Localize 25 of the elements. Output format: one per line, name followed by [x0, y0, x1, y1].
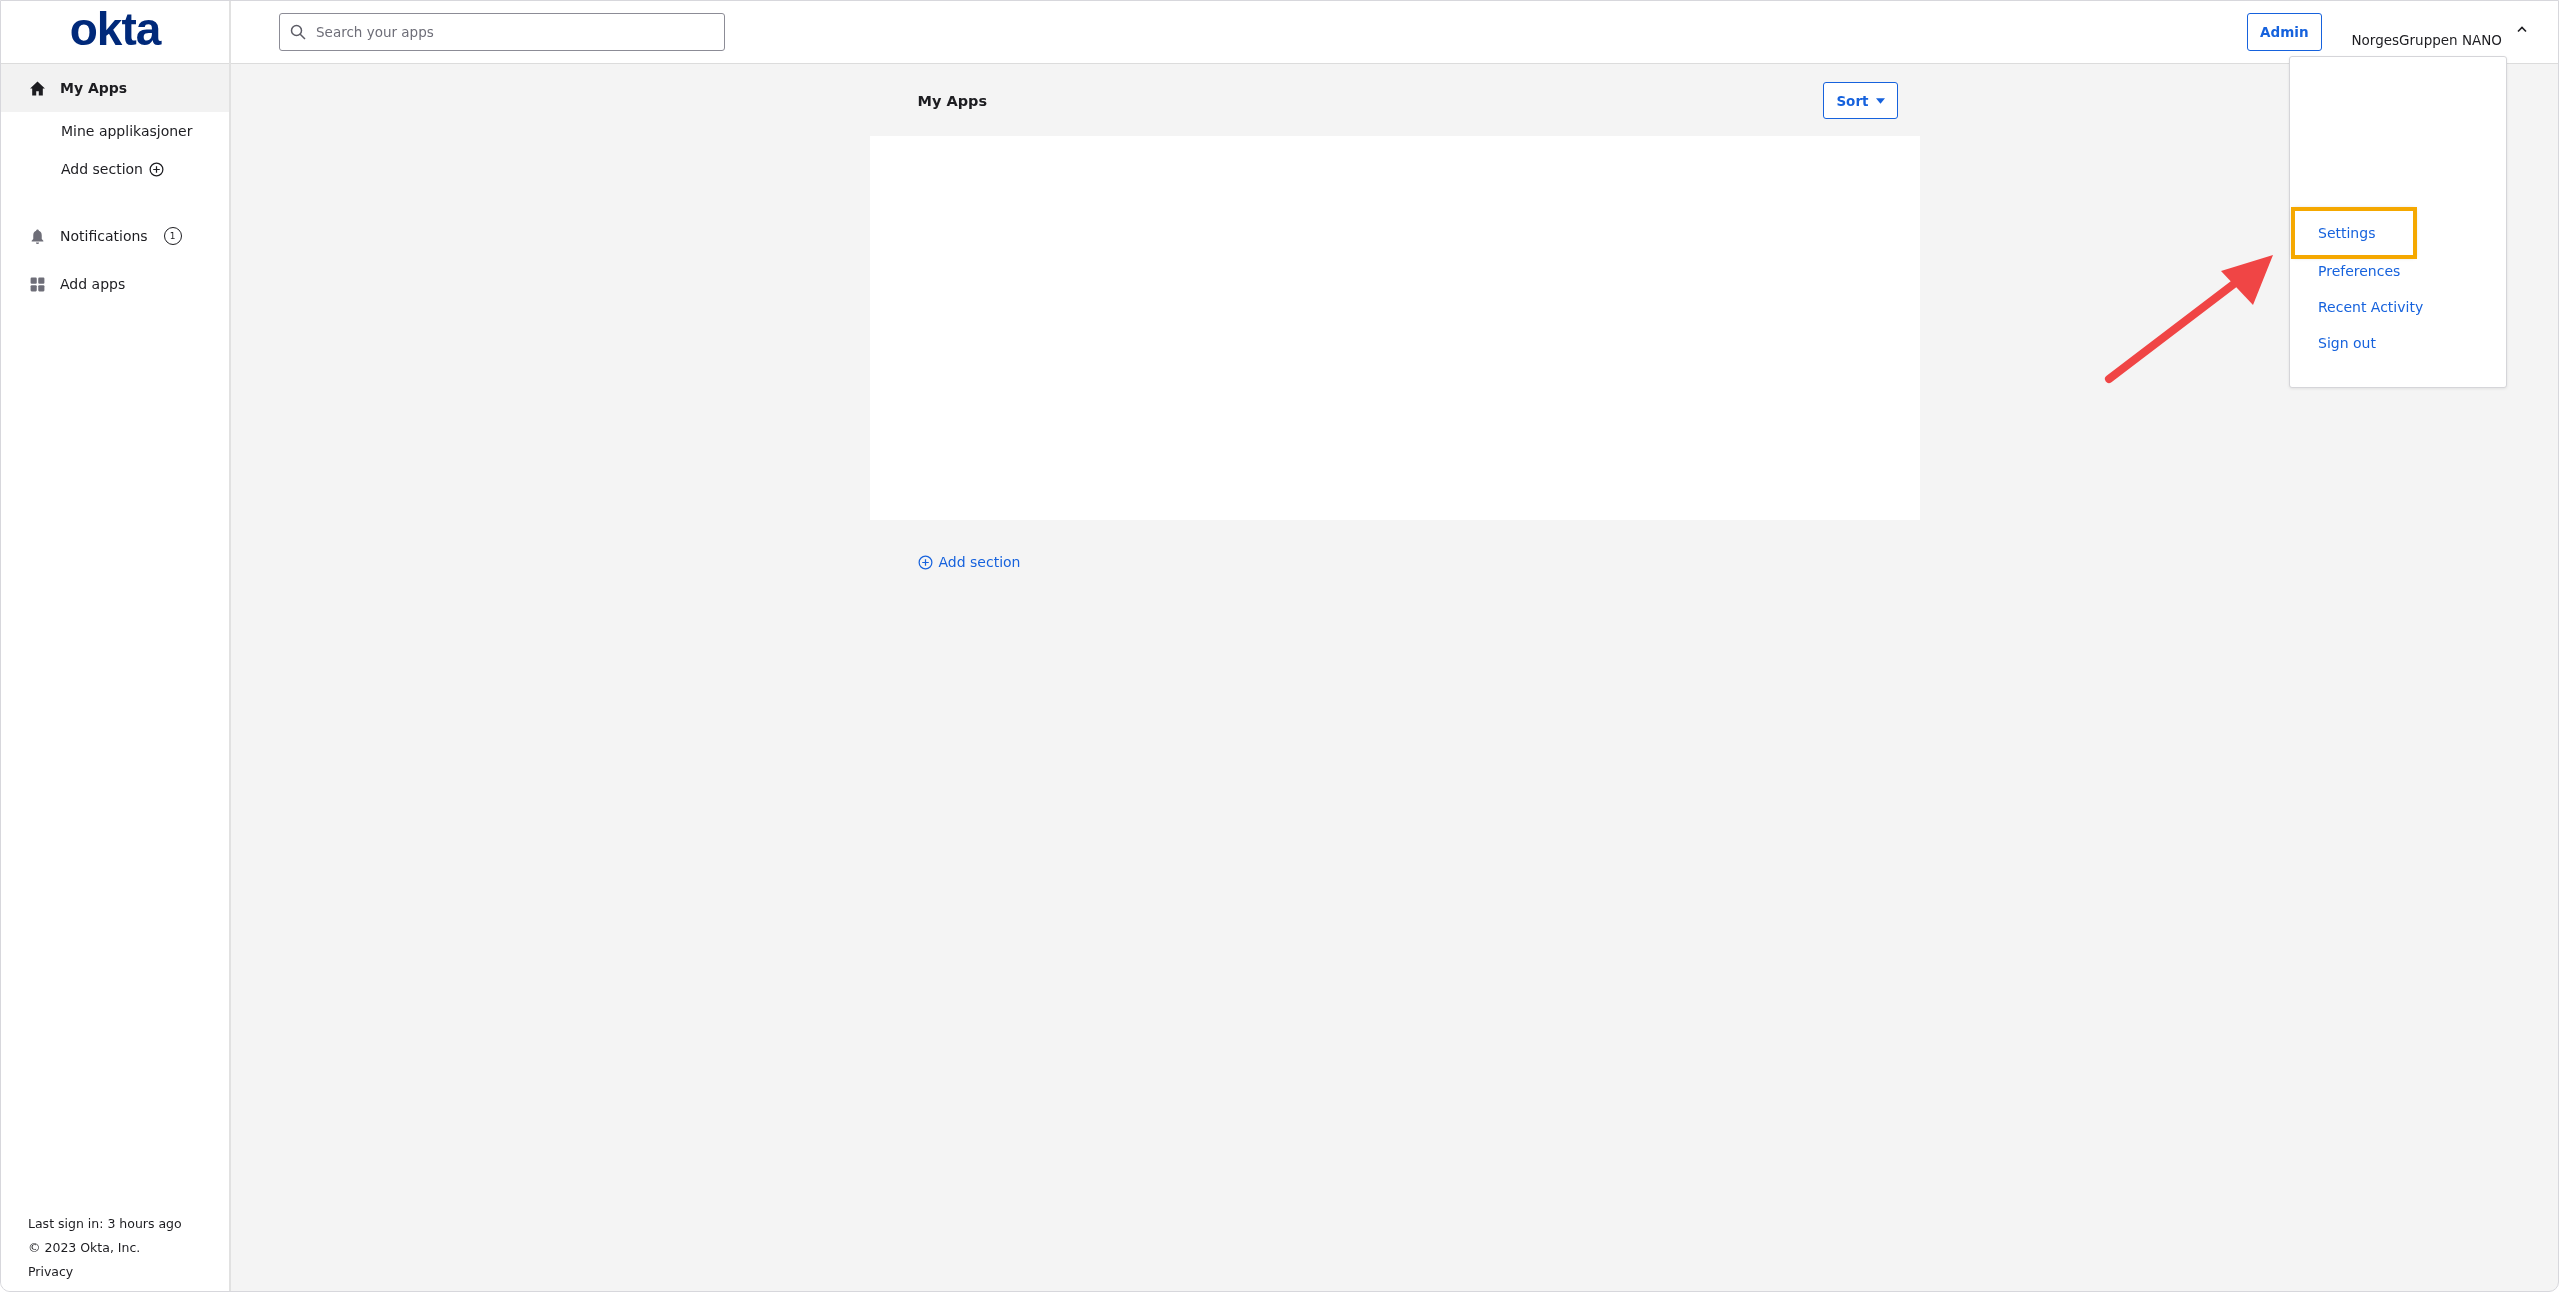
caret-icon[interactable]	[2516, 25, 2528, 33]
sidebar-item[interactable]: My Apps	[1, 64, 229, 112]
sidebar-item[interactable]: Add apps	[1, 260, 229, 308]
add-section-link[interactable]: Add section	[917, 554, 1021, 570]
user-menu-name[interactable]: NorgesGruppen NANO	[2351, 32, 2502, 48]
footer-text[interactable]: Privacy	[28, 1264, 74, 1279]
menu-item[interactable]: Recent Activity	[2293, 289, 2432, 325]
grid-icon	[29, 275, 46, 293]
caret-icon	[1875, 97, 1885, 104]
okta-logo[interactable]: okta	[69, 6, 161, 52]
footer-text: © 2023 Okta, Inc.	[28, 1240, 141, 1255]
plus-circle-icon	[149, 161, 164, 177]
search-field[interactable]: Search your apps	[279, 13, 725, 51]
footer-text: Last sign in: 3 hours ago	[28, 1216, 182, 1231]
home-icon	[29, 79, 46, 97]
menu-item[interactable]: Sign out	[2293, 325, 2415, 361]
admin-button[interactable]: Admin	[2247, 13, 2322, 51]
sort-button[interactable]: Sort	[1823, 82, 1898, 119]
section-title: My Apps	[917, 92, 988, 109]
sidebar-item[interactable]: Notifications 1	[1, 212, 229, 260]
bell-icon	[29, 227, 46, 245]
add-section-link[interactable]: Add section	[1, 150, 168, 188]
plus-circle-icon	[917, 554, 933, 570]
search-icon	[290, 24, 306, 40]
sidebar-item[interactable]: Mine applikasjoner	[1, 112, 197, 150]
